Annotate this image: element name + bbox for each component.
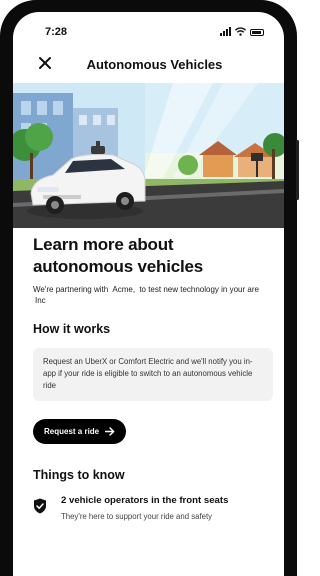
- nav-bar: Autonomous Vehicles: [13, 48, 284, 82]
- wifi-icon: [235, 27, 246, 36]
- content: Learn more about autonomous vehicles We'…: [33, 232, 273, 521]
- partner-name: Acme,: [110, 284, 138, 295]
- shield-check-icon: [34, 498, 46, 514]
- status-time: 7:28: [45, 26, 68, 38]
- intro-text-mid: to test new technology in your are: [137, 285, 259, 294]
- intro-text: We're partnering with Acme, to test new …: [33, 284, 273, 306]
- battery-icon: [250, 29, 264, 36]
- arrow-right-icon: [105, 427, 115, 436]
- partner-name-suffix: Inc: [33, 295, 48, 306]
- section-heading: Learn more about autonomous vehicles: [33, 235, 204, 276]
- hero-illustration: [13, 83, 284, 228]
- autonomous-car-illustration: [13, 83, 284, 228]
- app-screen: 7:28 Autonomous Vehicles Learn more abou…: [13, 12, 284, 576]
- intro-text-start: We're partnering with: [33, 285, 111, 294]
- things-to-know-title: Things to know: [33, 468, 125, 482]
- list-item-title: 2 vehicle operators in the front seats: [61, 495, 229, 506]
- page-title: Autonomous Vehicles: [86, 57, 223, 72]
- list-item-text: 2 vehicle operators in the front seats T…: [61, 494, 228, 521]
- how-it-works-body: Request an UberX or Comfort Electric and…: [43, 357, 253, 390]
- request-ride-button[interactable]: Request a ride: [33, 419, 127, 444]
- list-item: 2 vehicle operators in the front seats T…: [33, 494, 273, 521]
- list-item-subtitle: They're here to support your ride and sa…: [61, 512, 213, 521]
- how-it-works-title: How it works: [33, 322, 111, 336]
- how-it-works-card: Request an UberX or Comfort Electric and…: [33, 348, 273, 401]
- request-ride-label: Request a ride: [44, 427, 100, 436]
- status-icons: [220, 27, 264, 36]
- status-bar: 7:28: [13, 12, 284, 40]
- signal-icon: [220, 27, 231, 36]
